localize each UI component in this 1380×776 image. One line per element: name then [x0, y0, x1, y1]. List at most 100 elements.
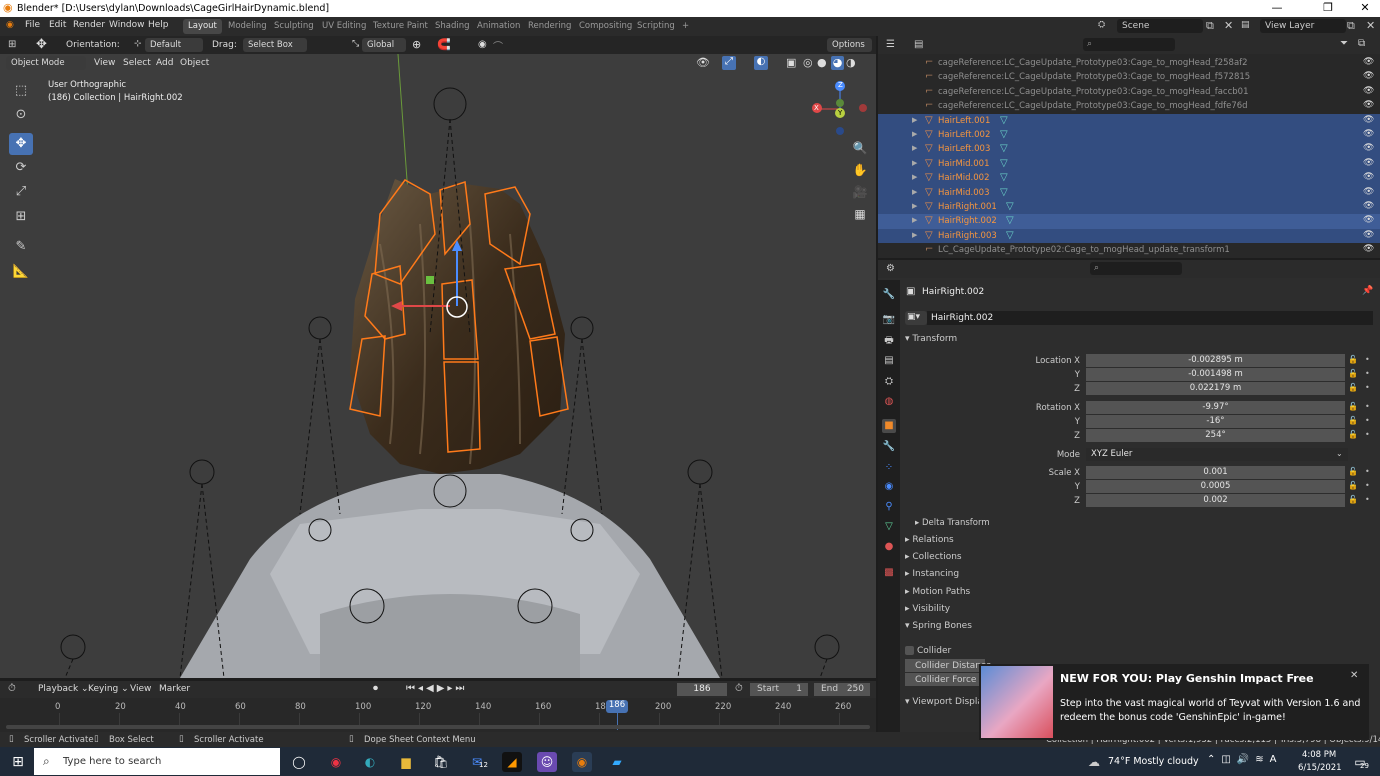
collider-force-field[interactable]: Collider Force	[905, 673, 985, 686]
menu-edit[interactable]: Edit	[49, 20, 66, 30]
tab-modeling[interactable]: Modeling	[223, 19, 272, 34]
end-frame-field[interactable]: End 250	[814, 683, 870, 696]
rotation-z-field[interactable]: 254°	[1086, 429, 1345, 442]
menu-render[interactable]: Render	[73, 20, 105, 30]
keyframe-dot-icon[interactable]: •	[1365, 495, 1370, 504]
expand-arrow-icon[interactable]: ▶	[912, 231, 917, 239]
lock-icon[interactable]: 🔓	[1348, 416, 1358, 425]
annotate-tool-icon[interactable]: ✎	[9, 236, 33, 258]
chrome-icon[interactable]: ◉	[326, 752, 346, 772]
editor-type-icon[interactable]: ⊞	[8, 39, 16, 50]
expand-arrow-icon[interactable]: ▶	[912, 144, 917, 152]
properties-search-input[interactable]: ⌕	[1090, 262, 1182, 275]
falloff-icon[interactable]: ⌒	[493, 38, 503, 53]
menu-help[interactable]: Help	[148, 20, 169, 30]
lock-icon[interactable]: 🔓	[1348, 430, 1358, 439]
3d-viewport[interactable]: User Orthographic (186) Collection | Hai…	[0, 54, 876, 678]
wireframe-shading-icon[interactable]: ◎	[803, 56, 813, 69]
object-tab-icon[interactable]: ■	[882, 419, 896, 433]
visibility-eye-icon[interactable]: 👁	[1363, 115, 1374, 125]
object-browse-icon[interactable]: ▣▾	[905, 311, 927, 325]
expand-arrow-icon[interactable]: ▶	[912, 159, 917, 167]
keyframe-dot-icon[interactable]: •	[1365, 355, 1370, 364]
mesh-data-icon[interactable]: ▽	[1000, 143, 1008, 154]
tab-layout[interactable]: Layout	[183, 19, 222, 34]
expand-arrow-icon[interactable]: ▶	[912, 173, 917, 181]
visibility-eye-icon[interactable]: 👁	[1363, 86, 1374, 96]
scale-z-field[interactable]: 0.002	[1086, 494, 1345, 507]
tab-rendering[interactable]: Rendering	[523, 19, 576, 34]
transform-panel-header[interactable]: ▾ Transform	[905, 334, 957, 344]
visibility-eye-icon[interactable]: 👁	[1363, 158, 1374, 168]
weather-text[interactable]: 74°F Mostly cloudy	[1108, 756, 1199, 767]
visibility-eye-icon[interactable]: 👁	[1363, 100, 1374, 110]
outliner-row[interactable]: ▶ ▽ HairLeft.003 ▽ 👁	[878, 142, 1380, 157]
expand-arrow-icon[interactable]: ▶	[912, 216, 917, 224]
mesh-data-icon[interactable]: ▽	[1006, 230, 1014, 241]
mode-dropdown[interactable]: Object Mode	[6, 56, 86, 70]
lock-icon[interactable]: 🔓	[1348, 495, 1358, 504]
outliner-editor-icon[interactable]: ☰	[886, 39, 895, 50]
visibility-eye-icon[interactable]: 👁	[1363, 71, 1374, 81]
timeline-view-menu[interactable]: View	[130, 684, 151, 694]
lock-icon[interactable]: 🔓	[1348, 355, 1358, 364]
add-workspace-button[interactable]: +	[677, 19, 694, 34]
view-layer-icon[interactable]: ▤	[1241, 20, 1250, 30]
outliner-row[interactable]: ▶ ▽ HairRight.002 ▽ 👁	[878, 214, 1380, 229]
clock-date[interactable]: 6/15/2021	[1298, 763, 1342, 773]
toast-close-icon[interactable]: ✕	[1350, 670, 1358, 681]
texture-tab-icon[interactable]: ▩	[882, 566, 896, 580]
outliner-row[interactable]: ▶ ▽ HairMid.002 ▽ 👁	[878, 171, 1380, 186]
xray-icon[interactable]: ▣	[786, 56, 796, 69]
taskbar-search-box[interactable]: ⌕ Type here to search	[34, 748, 280, 775]
outliner-row[interactable]: ▶ ▽ HairMid.003 ▽ 👁	[878, 185, 1380, 200]
mesh-data-icon[interactable]: ▽	[1000, 172, 1008, 183]
scale-x-field[interactable]: 0.001	[1086, 466, 1345, 479]
mesh-data-icon[interactable]: ▽	[1000, 115, 1008, 126]
outliner-row[interactable]: ▶ ▽ HairLeft.001 ▽ 👁	[878, 113, 1380, 128]
scene-tab-icon[interactable]: ⛭	[882, 375, 896, 389]
select-box-tool-icon[interactable]: ⬚	[9, 80, 33, 102]
modifier-tab-icon[interactable]: 🔧	[882, 440, 896, 454]
solid-shading-icon[interactable]: ●	[817, 56, 827, 69]
visibility-eye-icon[interactable]: 👁	[1363, 187, 1374, 197]
store-icon[interactable]: 🛍	[431, 752, 451, 772]
lock-icon[interactable]: 🔓	[1348, 402, 1358, 411]
visibility-eye-icon[interactable]: 👁	[1363, 57, 1374, 67]
notification-toast[interactable]: NEW FOR YOU: Play Genshin Impact Free St…	[979, 664, 1369, 740]
keyframe-dot-icon[interactable]: •	[1365, 481, 1370, 490]
spring-bones-panel[interactable]: ▾ Spring Bones	[905, 621, 972, 631]
visibility-eye-icon[interactable]: 👁	[1363, 230, 1374, 240]
outliner-search-input[interactable]: ⌕	[1083, 38, 1175, 51]
select-menu[interactable]: Select	[123, 58, 151, 68]
tool-tab-icon[interactable]: 🔧	[882, 288, 896, 302]
visibility-eye-icon[interactable]: 👁	[1363, 129, 1374, 139]
lock-icon[interactable]: 🔓	[1348, 369, 1358, 378]
add-menu[interactable]: Add	[156, 58, 173, 68]
collections-panel[interactable]: ▸ Collections	[905, 552, 962, 562]
properties-editor-icon[interactable]: ⚙	[886, 263, 895, 274]
tab-sculpting[interactable]: Sculpting	[269, 19, 319, 34]
pivot-icon[interactable]: ⊕	[412, 38, 421, 51]
instancing-panel[interactable]: ▸ Instancing	[905, 569, 959, 579]
timeline-scrollbar[interactable]	[6, 725, 870, 729]
physics-tab-icon[interactable]: ◉	[882, 480, 896, 494]
location-x-field[interactable]: -0.002895 m	[1086, 354, 1345, 367]
tab-scripting[interactable]: Scripting	[632, 19, 680, 34]
motion-paths-panel[interactable]: ▸ Motion Paths	[905, 587, 970, 597]
orientation-dropdown[interactable]: Default	[145, 38, 203, 52]
gizmo-toggle-icon[interactable]: ⤢	[722, 56, 736, 70]
menu-file[interactable]: File	[25, 20, 40, 30]
visibility-eye-icon[interactable]: 👁	[1363, 215, 1374, 225]
visibility-eye-icon[interactable]: 👁	[1363, 143, 1374, 153]
tab-uv-editing[interactable]: UV Editing	[317, 19, 371, 34]
proportional-edit-icon[interactable]: ◉	[478, 39, 487, 50]
outliner-row[interactable]: ▶ ▽ HairRight.001 ▽ 👁	[878, 200, 1380, 215]
lock-icon[interactable]: 🔓	[1348, 383, 1358, 392]
tab-compositing[interactable]: Compositing	[574, 19, 637, 34]
keyframe-dot-icon[interactable]: •	[1365, 383, 1370, 392]
particles-tab-icon[interactable]: ⁘	[882, 461, 896, 475]
file-explorer-icon[interactable]: ▆	[396, 752, 416, 772]
filter-icon[interactable]: ⏷	[1340, 38, 1348, 49]
object-menu[interactable]: Object	[180, 58, 209, 68]
